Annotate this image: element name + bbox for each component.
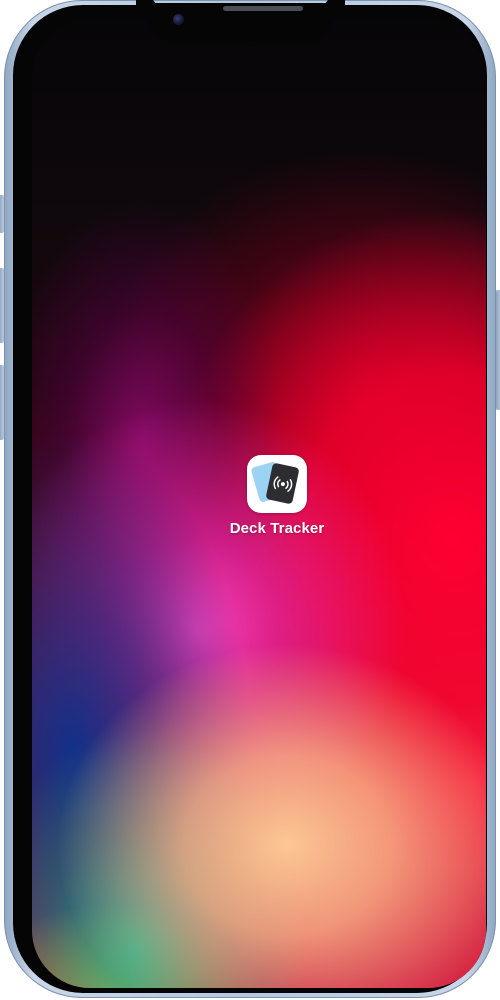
wireless-signal-icon [273, 475, 292, 492]
app-label: Deck Tracker [229, 520, 325, 537]
deck-tracker-icon[interactable] [247, 455, 307, 513]
earpiece-speaker [223, 6, 303, 11]
screen-bezel: Deck Tracker [13, 3, 487, 993]
volume-down-button [0, 365, 4, 440]
action-button [0, 195, 4, 233]
iphone-frame: Deck Tracker [0, 0, 500, 998]
home-screen: Deck Tracker [32, 20, 486, 988]
front-camera-icon [173, 14, 184, 25]
volume-up-button [0, 268, 4, 343]
app-deck-tracker[interactable]: Deck Tracker [217, 455, 337, 537]
power-button [496, 290, 500, 410]
